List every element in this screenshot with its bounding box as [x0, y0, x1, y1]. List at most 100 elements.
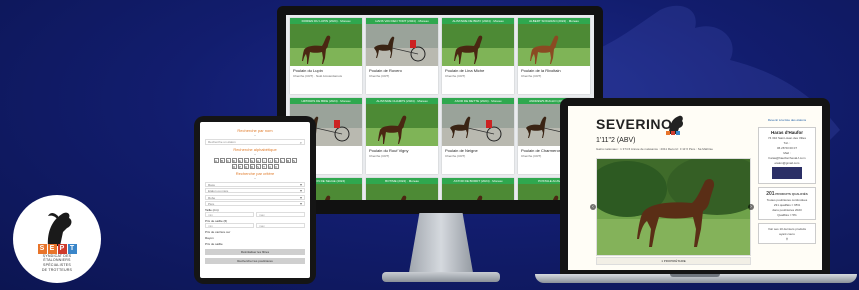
criteria-select[interactable]: Père: [205, 201, 305, 206]
stallion-card-photo[interactable]: [366, 104, 438, 146]
stallion-card[interactable]: ASOR DE METTE (2024) · Moreau Poulain de …: [442, 98, 514, 174]
letter-button[interactable]: R: [249, 164, 255, 169]
stud-mail[interactable]: haras@hautforcheval-f.com: [761, 156, 813, 160]
letter-button[interactable]: T: [261, 164, 267, 169]
stallion-card[interactable]: HANS VAN DEN TORT (2024) · Moreau Poulain…: [366, 18, 438, 94]
last-products-box[interactable]: Voir ses 10 derniers produits ayant cour…: [758, 223, 816, 244]
chevron-left-icon[interactable]: ‹: [590, 204, 596, 210]
search-mares-button[interactable]: Rechercher les poulinières: [205, 258, 305, 264]
criteria-select[interactable]: Race: [205, 181, 305, 187]
stallion-card[interactable]: ALISTAIRE CHAMPS (2024) · Moreau Poulain …: [366, 98, 438, 174]
reset-filters-button[interactable]: Réinitialiser les filtres: [205, 249, 305, 255]
last-products-line-1[interactable]: Voir ses 10 derniers produits: [761, 227, 813, 231]
criteria-select[interactable]: Etalon ou mère: [205, 188, 305, 193]
stallion-card-subtitle: Cherche (CRT): [445, 154, 466, 158]
badge-letter-tile: S: [37, 243, 47, 254]
stud-info-box: Haras d'Haufor 74 310 Saint-Jean des Vil…: [758, 127, 816, 184]
letter-button[interactable]: K: [273, 158, 279, 163]
stallion-card-photo[interactable]: [366, 24, 438, 66]
chevron-down-icon: ⌄: [253, 152, 257, 156]
badge-line-4: DE TROTTEURS: [41, 267, 73, 272]
qualified-line-1: Toutes poulinières confondues: [766, 198, 808, 202]
stallion-card[interactable]: ALBERT SOCHRAN (2024) · Moreau Poulain de…: [518, 18, 590, 94]
monitor-stand: [408, 213, 474, 275]
size-min-input[interactable]: min: [205, 212, 254, 217]
horse-photo-image: [597, 159, 750, 255]
tablet-device: Recherche par nom ⌄ Recherche un étalon …: [194, 116, 316, 284]
sept-letter-tiles: SEPT: [37, 243, 77, 254]
stallion-card-subtitle: Cherche (CRT): [369, 154, 390, 158]
stallion-card-title: Poulain du Lupin: [293, 68, 323, 73]
stud-mail-2[interactable]: etalon@gmail.com: [761, 161, 813, 165]
stud-tel[interactable]: 06 28 53 00 07: [761, 146, 813, 150]
letter-button[interactable]: O: [231, 164, 237, 169]
letter-button[interactable]: U: [267, 164, 273, 169]
stallion-card[interactable]: BOTIME (2024) · Moreau: [366, 178, 438, 200]
back-to-list-link[interactable]: Revenir à la liste des étalons: [758, 118, 816, 122]
chevron-down-icon: ⌄: [253, 133, 257, 137]
career-option-2[interactable]: Prix de saillie: [205, 242, 305, 246]
stallion-card-subtitle: Cherche (CRT): [369, 74, 390, 78]
chevron-down-icon: ⌄: [253, 176, 257, 180]
qualified-line-2: 231 qualifiés = 95%: [773, 203, 801, 207]
stallion-card[interactable]: ASTOR DE BORDT (2024) · Moreau: [442, 178, 514, 200]
price-min-input[interactable]: min: [205, 223, 254, 228]
letter-button[interactable]: H: [255, 158, 261, 163]
laptop-notch: [670, 274, 720, 277]
search-icon[interactable]: ⌕: [300, 140, 302, 145]
letter-button[interactable]: S: [255, 164, 261, 169]
stallion-card[interactable]: ALISTAIRE DE BRAY (2024) · Moreau Poulain…: [442, 18, 514, 94]
stallion-card-photo[interactable]: [518, 24, 590, 66]
stud-name: Haras d'Haufor: [770, 130, 804, 135]
letter-button[interactable]: I: [261, 158, 267, 163]
desktop-monitor: DORIEN DU LUPIN (2024) · Moreau Poulain d…: [277, 6, 603, 214]
size-max-input[interactable]: max: [256, 212, 305, 217]
criteria-select[interactable]: Robe: [205, 194, 305, 200]
stud-tel-label: Tél. :: [783, 141, 791, 145]
letter-button[interactable]: L: [279, 158, 285, 163]
career-option-1[interactable]: Rayon: [205, 236, 305, 240]
stallion-grid: DORIEN DU LUPIN (2024) · Moreau Poulain d…: [286, 15, 594, 200]
letter-button[interactable]: D: [231, 158, 237, 163]
photo-caption: 1 PROPRIÉTAIRE: [596, 257, 751, 265]
letter-button[interactable]: V: [273, 164, 279, 169]
letter-button[interactable]: C: [225, 158, 231, 163]
stallion-card-subtitle: Cherche (CRT) · Noël Amsterdamois: [293, 74, 342, 78]
letter-button[interactable]: B: [219, 158, 225, 163]
price-max-input[interactable]: max: [256, 223, 305, 228]
stallion-card-photo[interactable]: [290, 24, 362, 66]
chevron-right-icon[interactable]: ›: [748, 204, 754, 210]
horseshoe-icon: ⚲: [785, 237, 789, 241]
search-input[interactable]: Recherche un étalon ⌕: [205, 139, 305, 145]
stallion-card[interactable]: DORIEN DU LUPIN (2024) · Moreau Poulain d…: [290, 18, 362, 94]
info-sidebar: Revenir à la liste des étalons Haras d'H…: [758, 118, 816, 247]
stallion-card-photo[interactable]: [442, 104, 514, 146]
letter-button[interactable]: E: [237, 158, 243, 163]
letter-button[interactable]: P: [237, 164, 243, 169]
stallion-card-subtitle: Cherche (CRT): [445, 74, 466, 78]
letter-button[interactable]: M: [285, 158, 291, 163]
career-label: Prix de carrière sur: [205, 230, 231, 234]
stallion-card-subtitle: Cherche (CRT): [521, 74, 542, 78]
letter-button[interactable]: G: [249, 158, 255, 163]
sept-badge-logo: SEPT SYNDICAT DES ÉTALONNIERS SPÉCIALIST…: [13, 195, 101, 283]
letter-button[interactable]: A: [213, 158, 219, 163]
record-time: 1'11"2 (ABV): [596, 137, 636, 144]
letter-button[interactable]: Q: [243, 164, 249, 169]
badge-letter-tile: E: [47, 243, 57, 254]
horse-name: SEVERINO: [596, 116, 673, 132]
stallion-card-photo[interactable]: [366, 184, 438, 200]
letter-button[interactable]: F: [243, 158, 249, 163]
monitor-stand-base: [382, 272, 500, 282]
letter-picker: ABCDEFGHIJKLMN OPQRSTUV: [211, 158, 299, 169]
badge-letter-tile: P: [57, 243, 67, 254]
last-products-line-2[interactable]: ayant couru: [761, 232, 813, 236]
stud-address: 74 310 Saint-Jean des Villes: [768, 136, 806, 140]
letter-button[interactable]: N: [291, 158, 297, 163]
letter-button[interactable]: J: [267, 158, 273, 163]
stallion-card-title: Poulain de Rovero: [369, 68, 402, 73]
qualified-line-3: dans poulinières 2023: [772, 208, 802, 212]
qualified-line-4: Qualifiés = 5%: [777, 213, 797, 217]
stallion-card-photo[interactable]: [442, 24, 514, 66]
stallion-card-photo[interactable]: [442, 184, 514, 200]
